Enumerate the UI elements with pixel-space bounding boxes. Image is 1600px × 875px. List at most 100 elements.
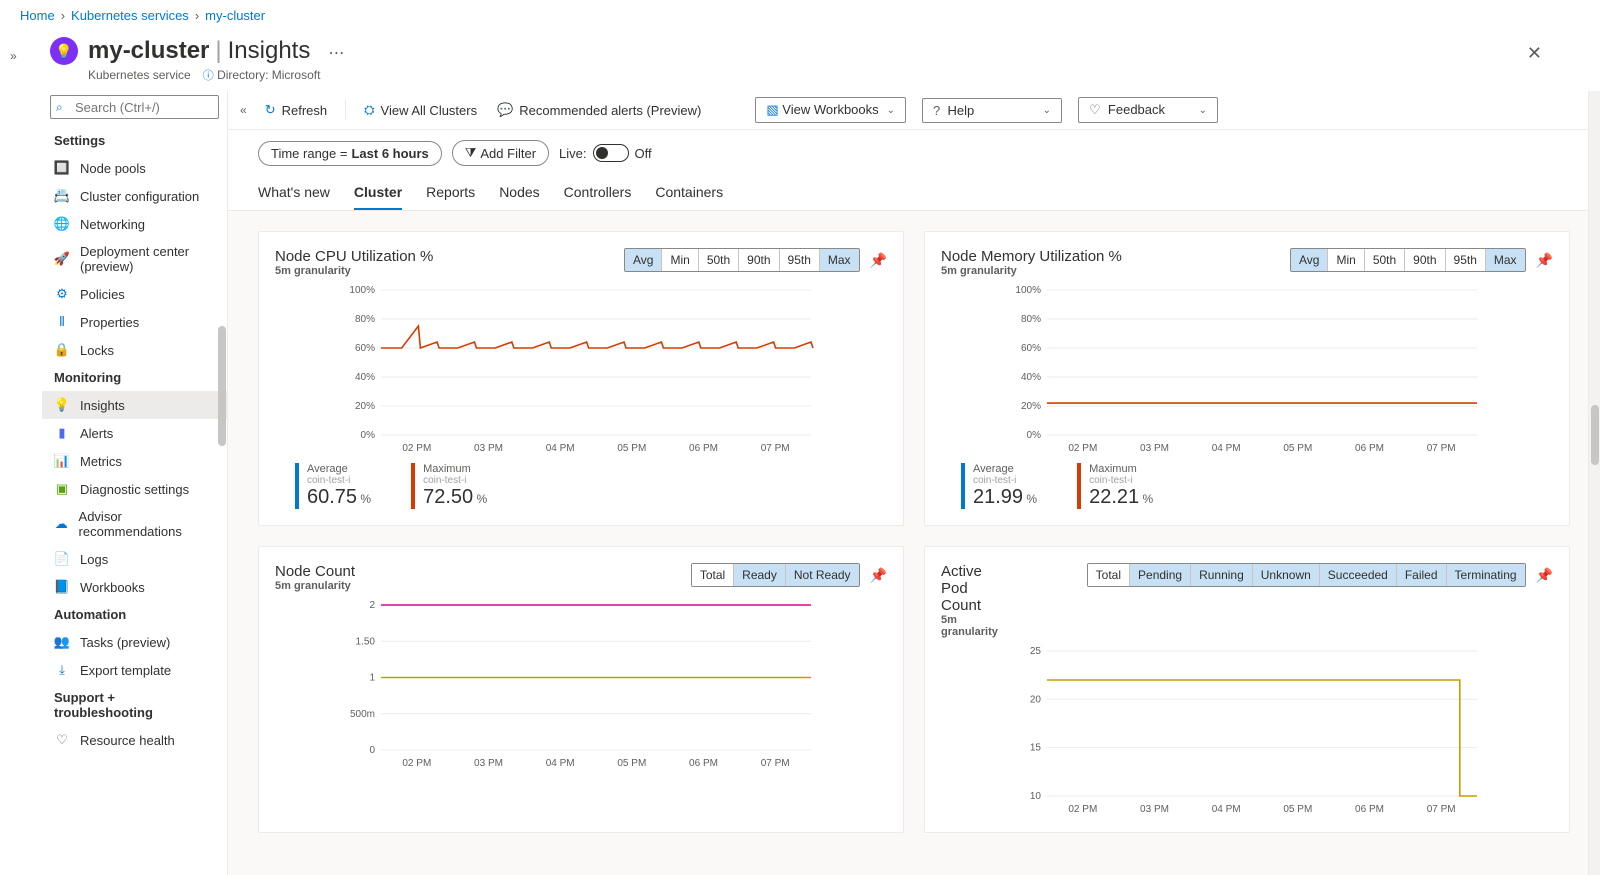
expand-menu-icon[interactable]: »	[10, 49, 17, 63]
nav-label: Advisor recommendations	[79, 509, 215, 539]
agg-button[interactable]: Ready	[734, 564, 786, 586]
sidebar-item[interactable]: 📊Metrics	[42, 447, 227, 475]
pin-icon[interactable]: 📌	[870, 567, 887, 584]
toolbar: « ↻Refresh ⛭View All Clusters 💬Recommend…	[228, 91, 1600, 130]
svg-text:04 PM: 04 PM	[1212, 804, 1241, 815]
agg-button[interactable]: Total	[692, 564, 734, 586]
chart: 0%20%40%60%80%100%02 PM03 PM04 PM05 PM06…	[275, 285, 887, 455]
agg-button[interactable]: Total	[1088, 564, 1130, 586]
close-icon[interactable]: ✕	[1519, 35, 1550, 72]
agg-button[interactable]: Avg	[1291, 249, 1328, 271]
sidebar-item[interactable]: 🌐Networking	[42, 210, 227, 238]
help-dropdown[interactable]: ? Help⌄	[922, 98, 1062, 123]
svg-text:07 PM: 07 PM	[1427, 443, 1456, 454]
agg-button[interactable]: Pending	[1130, 564, 1191, 586]
breadcrumb: Home › Kubernetes services › my-cluster	[0, 0, 1600, 31]
tab[interactable]: Reports	[426, 176, 475, 210]
sidebar-scrollbar[interactable]	[217, 91, 227, 875]
agg-button[interactable]: Unknown	[1253, 564, 1320, 586]
workbook-icon: ▧	[766, 102, 778, 117]
sidebar-item[interactable]: ♡Resource health	[42, 726, 227, 754]
svg-text:40%: 40%	[1021, 372, 1041, 383]
legend-item: Maximumcoin-test-i 22.21 %	[1077, 463, 1153, 509]
breadcrumb-home[interactable]: Home	[20, 8, 55, 23]
agg-button[interactable]: 90th	[739, 249, 779, 271]
add-filter-button[interactable]: ⧩Add Filter	[452, 140, 549, 166]
sidebar-item[interactable]: ▮Alerts	[42, 419, 227, 447]
agg-button[interactable]: Succeeded	[1320, 564, 1397, 586]
refresh-button[interactable]: ↻Refresh	[263, 98, 329, 122]
tab[interactable]: What's new	[258, 176, 330, 210]
tab[interactable]: Cluster	[354, 176, 402, 210]
help-icon: ?	[933, 103, 940, 118]
pin-icon[interactable]: 📌	[1536, 252, 1553, 269]
pin-icon[interactable]: 📌	[870, 252, 887, 269]
agg-button[interactable]: Max	[820, 249, 859, 271]
chart: 0500m11.50202 PM03 PM04 PM05 PM06 PM07 P…	[275, 600, 887, 770]
breadcrumb-kubernetes[interactable]: Kubernetes services	[71, 8, 189, 23]
nav-icon: ♡	[54, 732, 70, 748]
chevron-right-icon: ›	[61, 8, 65, 23]
agg-button[interactable]: Min	[1328, 249, 1364, 271]
agg-button[interactable]: Terminating	[1447, 564, 1525, 586]
sidebar-item[interactable]: 📄Logs	[42, 545, 227, 573]
nav-label: Metrics	[80, 454, 122, 469]
feedback-dropdown[interactable]: ♡ Feedback⌄	[1078, 97, 1218, 123]
sidebar-item[interactable]: 📘Workbooks	[42, 573, 227, 601]
svg-text:60%: 60%	[355, 343, 375, 354]
sidebar-item[interactable]: ⦀ Properties	[42, 308, 227, 336]
nav-icon: ⦀	[54, 314, 70, 330]
sidebar-item[interactable]: ⤓Export template	[42, 656, 227, 684]
pin-icon[interactable]: 📌	[1536, 567, 1553, 584]
card-title: Node Count	[275, 563, 355, 580]
chart: 0%20%40%60%80%100%02 PM03 PM04 PM05 PM06…	[941, 285, 1553, 455]
view-all-clusters-button[interactable]: ⛭View All Clusters	[362, 98, 479, 122]
agg-button[interactable]: Max	[1486, 249, 1525, 271]
svg-text:40%: 40%	[355, 372, 375, 383]
sidebar-item[interactable]: 📇Cluster configuration	[42, 182, 227, 210]
agg-button[interactable]: Min	[662, 249, 698, 271]
agg-button[interactable]: 95th	[1446, 249, 1486, 271]
more-icon[interactable]: ⋯	[328, 43, 344, 63]
agg-button[interactable]: Running	[1191, 564, 1253, 586]
sidebar-item[interactable]: 👥Tasks (preview)	[42, 628, 227, 656]
agg-button[interactable]: Not Ready	[786, 564, 859, 586]
sidebar-item[interactable]: ▣Diagnostic settings	[42, 475, 227, 503]
recommended-alerts-button[interactable]: 💬Recommended alerts (Preview)	[495, 98, 703, 122]
search-input[interactable]	[50, 95, 219, 119]
card-subtitle: 5m granularity	[941, 265, 1122, 277]
sidebar-item[interactable]: 🔒Locks	[42, 336, 227, 364]
nav-icon: 📄	[54, 551, 70, 567]
agg-button[interactable]: 50th	[699, 249, 739, 271]
sidebar-item[interactable]: ⚙Policies	[42, 280, 227, 308]
chevron-right-icon: ›	[195, 8, 199, 23]
svg-text:07 PM: 07 PM	[761, 758, 790, 769]
tab[interactable]: Containers	[655, 176, 723, 210]
svg-text:05 PM: 05 PM	[1283, 443, 1312, 454]
sidebar-item[interactable]: ☁Advisor recommendations	[42, 503, 227, 545]
tab[interactable]: Nodes	[499, 176, 539, 210]
sidebar-item[interactable]: 🚀Deployment center (preview)	[42, 238, 227, 280]
chevron-down-icon: ⌄	[1043, 105, 1051, 116]
view-workbooks-dropdown[interactable]: ▧ View Workbooks⌄	[755, 97, 906, 123]
breadcrumb-cluster[interactable]: my-cluster	[205, 8, 265, 23]
tab[interactable]: Controllers	[564, 176, 632, 210]
sidebar-item[interactable]: 💡Insights	[42, 391, 227, 419]
content-scrollbar[interactable]	[1588, 91, 1600, 875]
svg-text:02 PM: 02 PM	[402, 758, 431, 769]
agg-button[interactable]: 90th	[1405, 249, 1445, 271]
time-range-filter[interactable]: Time range = Last 6 hours	[258, 141, 442, 166]
svg-text:02 PM: 02 PM	[1068, 443, 1097, 454]
agg-button[interactable]: Avg	[625, 249, 662, 271]
sidebar-item[interactable]: 🔲Node pools	[42, 154, 227, 182]
nav-label: Properties	[80, 315, 139, 330]
nav-icon: ⚙	[54, 286, 70, 302]
svg-text:10: 10	[1030, 791, 1042, 802]
agg-button[interactable]: 95th	[780, 249, 820, 271]
agg-button[interactable]: 50th	[1365, 249, 1405, 271]
clusters-icon: ⛭	[364, 102, 374, 118]
aggregation-buttons: AvgMin50th90th95thMax	[624, 248, 860, 272]
collapse-sidebar-icon[interactable]: «	[240, 103, 247, 117]
live-toggle[interactable]	[593, 144, 629, 162]
agg-button[interactable]: Failed	[1397, 564, 1447, 586]
